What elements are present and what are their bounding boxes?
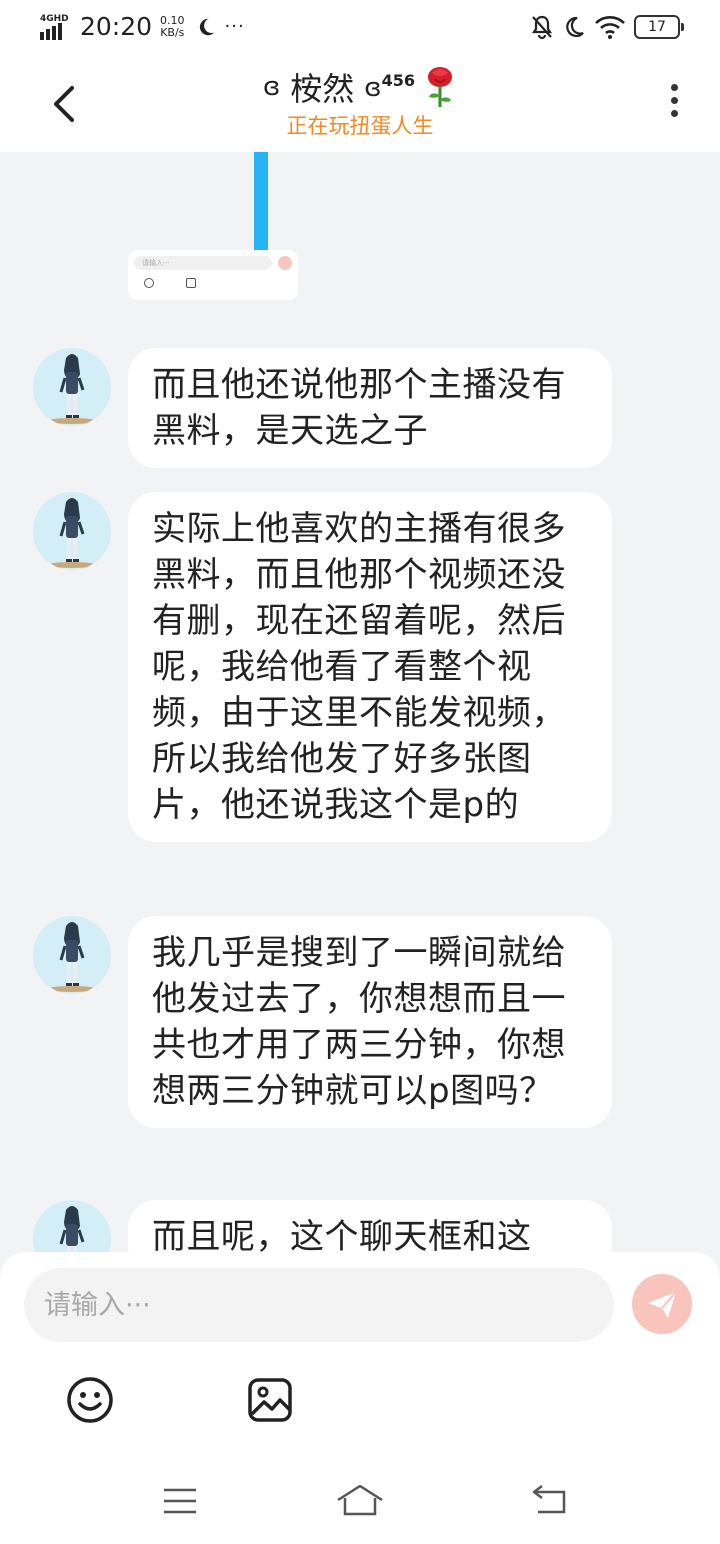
thumbnail-send-icon — [278, 256, 292, 270]
status-right: 17 — [530, 14, 684, 40]
thumbnail-input-placeholder: 请输入··· — [134, 256, 272, 270]
battery-icon: 17 — [634, 15, 684, 39]
status-left: 4GHD 20:20 0.10 KB/s ··· — [40, 12, 245, 41]
battery-level: 17 — [648, 19, 666, 35]
status-bar: 4GHD 20:20 0.10 KB/s ··· 17 — [0, 0, 720, 56]
bell-off-icon — [531, 15, 553, 40]
avatar-character-image — [48, 354, 96, 424]
network-speed-unit: KB/s — [160, 25, 185, 39]
chat-header: ɞ 桉然 ɞ456 正在玩扭蛋人生 — [0, 56, 720, 152]
more-vertical-icon-dot — [670, 97, 678, 104]
thumbnail-input-panel: 请输入··· — [128, 250, 298, 300]
menu-icon[interactable] — [162, 1486, 198, 1516]
more-vertical-icon-dot — [670, 110, 678, 117]
title-superscript: 456 — [381, 71, 415, 90]
cellular-signal-icon: 4GHD — [40, 14, 72, 40]
return-icon[interactable] — [530, 1484, 568, 1516]
more-vertical-icon — [670, 84, 678, 91]
contact-status: 正在玩扭蛋人生 — [286, 114, 434, 138]
title-decoration-right: ɞ456 — [364, 71, 415, 103]
avatar-character-image — [48, 498, 96, 568]
title-decoration-left: ɞ — [263, 72, 281, 102]
contact-name: 桉然 — [290, 70, 355, 108]
avatar[interactable] — [33, 1200, 111, 1252]
message-input[interactable] — [24, 1268, 614, 1342]
thumbnail-smiley-icon — [144, 278, 154, 288]
avatar[interactable] — [33, 916, 111, 994]
do-not-disturb-moon-icon — [566, 16, 584, 38]
shared-screenshot-thumbnail[interactable]: 请输入··· — [128, 152, 300, 302]
moon-icon — [199, 18, 214, 35]
chat-title-block: ɞ 桉然 ɞ456 正在玩扭蛋人生 — [0, 64, 720, 140]
smiley-icon[interactable] — [66, 1376, 114, 1424]
image-icon[interactable] — [246, 1376, 294, 1424]
title-decoration-glyph: ɞ — [364, 73, 382, 103]
thumbnail-image-icon — [186, 278, 196, 288]
rose-icon — [427, 67, 452, 107]
network-speed: 0.10 KB/s — [160, 13, 185, 39]
message-bubble[interactable]: 我几乎是搜到了一瞬间就给他发过去了，你想想而且一共也才用了两三分钟，你想想两三分… — [128, 916, 612, 1128]
message-bubble[interactable]: 而且他还说他那个主播没有黑料，是天选之子 — [128, 348, 612, 468]
send-button[interactable] — [632, 1274, 692, 1334]
more-notifications-icon: ··· — [224, 16, 245, 37]
chat-title-line: ɞ 桉然 ɞ456 — [263, 64, 457, 110]
thumbnail-scrollbar — [254, 152, 268, 252]
message-composer — [0, 1252, 720, 1544]
message-bubble[interactable]: 实际上他喜欢的主播有很多黑料，而且他那个视频还没有删，现在还留着呢，然后呢，我给… — [128, 492, 612, 842]
chat-scroll-area[interactable]: 请输入··· 而且他还说他那个主播没有黑料，是天选之子 实际上他喜欢的主播有很多… — [0, 152, 720, 1252]
avatar-character-image — [59, 1206, 85, 1252]
avatar[interactable] — [33, 348, 111, 426]
avatar-character-image — [48, 922, 96, 992]
home-icon[interactable] — [336, 1482, 384, 1518]
more-options-button[interactable] — [664, 84, 684, 124]
message-bubble[interactable]: 而且呢，这个聊天框和这 — [128, 1200, 612, 1252]
status-time: 20:20 — [80, 12, 153, 41]
avatar[interactable] — [33, 492, 111, 570]
network-speed-value: 0.10 — [160, 13, 185, 27]
wifi-icon — [595, 16, 625, 39]
